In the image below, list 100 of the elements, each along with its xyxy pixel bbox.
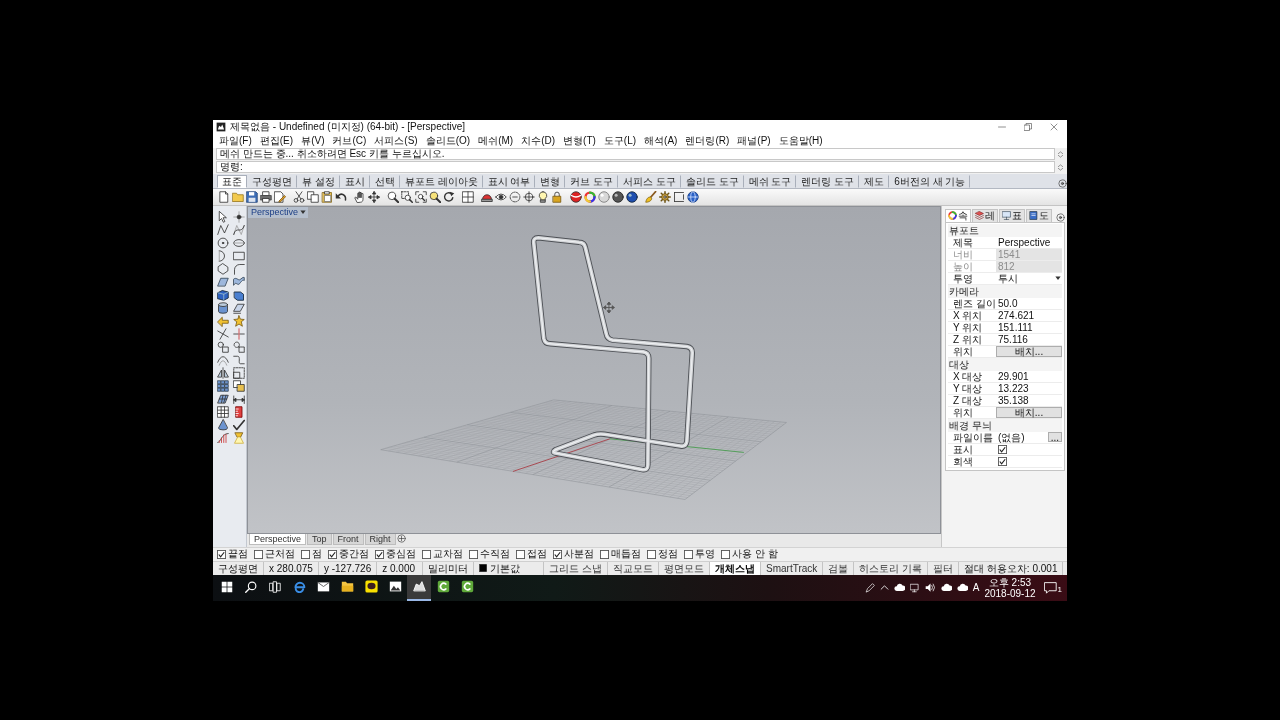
panel-tab[interactable]: 표 (999, 208, 1025, 222)
units-pane[interactable]: 밀리미터 (423, 561, 475, 575)
checkbox[interactable] (422, 549, 431, 559)
menu-item[interactable]: 메쉬(M) (474, 133, 518, 148)
osnap-label[interactable]: 끝점 (228, 548, 248, 560)
checkbox[interactable] (328, 549, 337, 559)
point-icon[interactable] (233, 210, 245, 223)
toolbar-tab[interactable]: 커브 도구 (565, 174, 619, 188)
magnifier-icon[interactable] (387, 190, 399, 203)
pointer-arrow-icon[interactable] (217, 210, 229, 223)
menu-item[interactable]: 치수(D) (517, 133, 560, 148)
copy-icon[interactable] (307, 190, 319, 203)
shapes-icon[interactable] (233, 340, 245, 353)
plus-circle-icon[interactable] (396, 533, 406, 543)
ellipse-icon[interactable] (233, 236, 245, 249)
property-value[interactable]: 13.223 (996, 382, 1062, 394)
panel-tab[interactable]: 속 (945, 208, 971, 222)
eye-icon[interactable] (495, 190, 507, 203)
circle-icon[interactable] (217, 236, 229, 249)
toolbar-tab[interactable]: 표시 여부 (482, 174, 536, 188)
new-document-icon[interactable] (218, 190, 230, 203)
toolbar-tab[interactable]: 서피스 도구 (618, 174, 681, 188)
menu-item[interactable]: 도구(L) (599, 133, 641, 148)
panel-tab[interactable]: 도 (1026, 208, 1052, 222)
paint-brush-icon[interactable] (645, 190, 657, 203)
toolbar-tab[interactable]: 뷰포트 레이아웃 (399, 174, 483, 188)
crosshair-icon[interactable] (523, 190, 535, 203)
property-value[interactable]: 274.621 (996, 309, 1062, 321)
menu-item[interactable]: 해석(A) (640, 133, 682, 148)
property-value[interactable]: 50.0 (996, 297, 1062, 309)
box-icon[interactable] (217, 288, 229, 301)
rectangle-icon[interactable] (233, 249, 245, 262)
toolbar-tab[interactable]: 솔리드 도구 (680, 174, 744, 188)
checkbox[interactable] (217, 549, 226, 559)
section-header[interactable]: 뷰포트 (948, 223, 1062, 237)
magnifier-window-icon[interactable] (401, 190, 413, 203)
checkbox[interactable] (301, 549, 310, 559)
checkbox[interactable] (375, 549, 384, 559)
place-button[interactable]: 배치... (996, 406, 1062, 418)
toolbar-tab[interactable]: 표준 (217, 174, 247, 188)
command-field[interactable]: 명령: (216, 161, 1055, 173)
osnap-label[interactable]: 사용 안 함 (732, 548, 778, 560)
projection-dropdown[interactable]: 투시 (996, 272, 1062, 284)
osnap-label[interactable]: 정점 (658, 548, 678, 560)
toolbar-tab[interactable]: 변형 (535, 174, 566, 188)
viewport[interactable]: Perspective (247, 205, 941, 534)
folder-icon[interactable] (232, 190, 244, 203)
printer-icon[interactable] (260, 190, 272, 203)
control-point-curve-icon[interactable] (233, 223, 245, 236)
menu-item[interactable]: 패널(P) (733, 133, 775, 148)
checkbox[interactable] (998, 444, 1007, 454)
viewport-tab[interactable]: Top (307, 533, 332, 545)
spin-arrows-icon[interactable] (1057, 161, 1064, 173)
status-toggle[interactable]: 히스토리 기록 (854, 561, 929, 575)
status-toggle[interactable]: 그리드 스냅 (544, 561, 608, 575)
checkbox[interactable] (647, 549, 656, 559)
polygon-icon[interactable] (217, 262, 229, 275)
stacked-squares-icon[interactable] (233, 379, 245, 392)
status-toggle[interactable]: 직교모드 (608, 561, 659, 575)
hand-icon[interactable] (354, 190, 366, 203)
place-button[interactable]: 배치... (996, 345, 1062, 357)
checkbox[interactable] (553, 549, 562, 559)
four-viewports-icon[interactable] (462, 190, 474, 203)
grid-array-icon[interactable] (217, 379, 229, 392)
cylinder-icon[interactable] (217, 301, 229, 314)
menu-item[interactable]: 도움말(H) (774, 133, 827, 148)
undo-arrow-icon[interactable] (335, 190, 347, 203)
menu-item[interactable]: 편집(E) (255, 133, 298, 148)
clipboard-icon[interactable] (321, 190, 333, 203)
toolbar-tab[interactable]: 렌더링 도구 (796, 174, 860, 188)
zoom-extents-icon[interactable] (415, 190, 427, 203)
split-icon[interactable] (233, 327, 245, 340)
menu-item[interactable]: 변형(T) (559, 133, 600, 148)
checkbox[interactable] (516, 549, 525, 559)
property-value[interactable]: 29.901 (996, 370, 1062, 382)
status-toggle[interactable]: 개체스냅 (710, 561, 761, 575)
toolbar-tab[interactable]: 선택 (369, 174, 400, 188)
curved-surface-icon[interactable] (233, 275, 245, 288)
cloud-icon[interactable] (956, 582, 968, 593)
osnap-label[interactable]: 중간점 (339, 548, 369, 560)
browse-button[interactable]: ... (1047, 432, 1062, 442)
status-toggle[interactable]: 평면모드 (659, 561, 710, 575)
toolbar-tab[interactable]: 구성평면 (247, 174, 297, 188)
blend-curve-icon[interactable] (233, 353, 245, 366)
chevron-up-icon[interactable] (879, 583, 889, 592)
scroll-arrows-icon[interactable] (1057, 148, 1064, 160)
osnap-label[interactable]: 근처점 (265, 548, 295, 560)
menu-item[interactable]: 서피스(S) (370, 133, 422, 148)
rounded-corner-icon[interactable] (233, 262, 245, 275)
checkbox[interactable] (684, 549, 693, 559)
color-wheel-icon[interactable] (584, 190, 596, 203)
sphere-icon[interactable] (626, 190, 638, 203)
status-toggle[interactable]: SmartTrack (761, 561, 824, 575)
status-toggle[interactable]: 검볼 (823, 561, 855, 575)
viewport-tab[interactable]: Perspective (249, 533, 307, 545)
menu-item[interactable]: 솔리드(O) (421, 133, 475, 148)
polyline-icon[interactable] (217, 223, 229, 236)
four-way-arrow-icon[interactable] (368, 190, 380, 203)
scissors-icon[interactable] (293, 190, 305, 203)
monitor-icon[interactable] (909, 582, 920, 593)
